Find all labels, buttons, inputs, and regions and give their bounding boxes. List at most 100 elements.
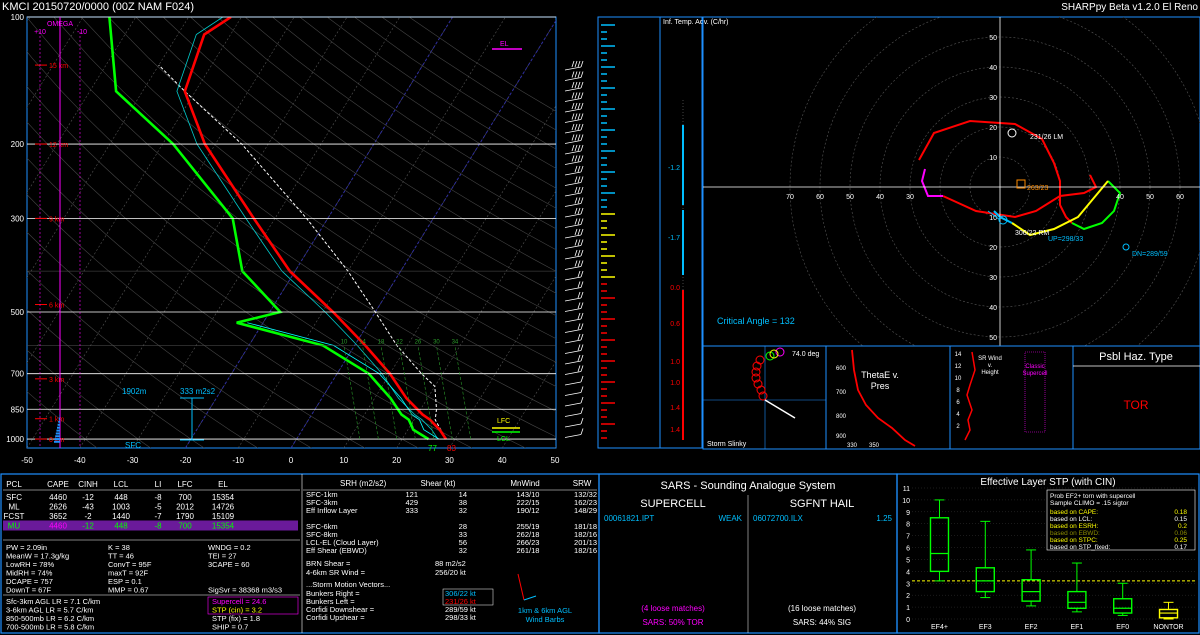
station-title: KMCI 20150720/0000 (00Z NAM F024) xyxy=(2,1,194,13)
wind-barb-flag xyxy=(571,113,575,120)
kin-header: MnWind xyxy=(510,479,539,488)
parcel-cell: -12 xyxy=(82,522,94,531)
brn-value: 88 m2/s2 xyxy=(435,559,466,568)
motion-value: 298/33 kt xyxy=(445,613,477,622)
parcel-header: EL xyxy=(218,480,228,489)
stp-y-tick: 10 xyxy=(902,498,910,505)
hodo-range-label: 50 xyxy=(989,35,997,42)
srwind-h-tick: 6 xyxy=(956,400,960,406)
height-label: 9 km xyxy=(49,216,64,223)
sharppy-main-canvas: KMCI 20150720/0000 (00Z NAM F024) SHARPp… xyxy=(0,0,1200,635)
hodo-trace-low xyxy=(920,168,943,197)
bottom-panels: PCL CAPE CINH LCL LI LFC ELSFC 4460 -12 448 -8 700 1… xyxy=(0,473,1200,635)
pressure-tick: 200 xyxy=(11,140,25,149)
wind-barb-flag xyxy=(577,81,581,89)
stp-category: EF2 xyxy=(1025,624,1038,631)
stp-legend-title-1: Prob EF2+ torn with supercell xyxy=(1050,493,1136,500)
sfc-dewpoint-label: 77 xyxy=(428,444,437,453)
skewt-plot[interactable]: 1002003005007008501000-50 -40 -30 -20 -10 0 10… xyxy=(0,13,1200,465)
wind-barb-flag xyxy=(577,344,581,351)
wind-barb xyxy=(564,318,582,323)
wind-barb-flag xyxy=(580,396,584,404)
slinky-angle: 74.0 deg xyxy=(792,351,819,358)
wind-barb-flag xyxy=(574,113,578,120)
tadv-value: 1.0 xyxy=(670,359,680,366)
wind-barb-flag xyxy=(577,312,581,320)
stp-legend-label: based on STPC: xyxy=(1050,537,1098,544)
wind-barb-flag xyxy=(577,218,581,225)
wind-barb-flag xyxy=(571,155,575,162)
temp-tick: -30 xyxy=(127,456,139,465)
srwind-h-tick: 4 xyxy=(956,412,960,418)
tadv-value: -1.7 xyxy=(668,235,680,242)
wind-barb-flag xyxy=(580,428,584,435)
hodo-x-label: 50 xyxy=(1146,194,1154,201)
wind-barbs xyxy=(564,60,584,438)
wind-barb xyxy=(564,329,582,333)
hodo-range-label: 40 xyxy=(989,65,997,72)
isotherm xyxy=(554,445,556,448)
wind-barb-flag xyxy=(580,239,584,246)
mixing-ratio-label: 10 xyxy=(341,339,348,345)
mixing-ratio-label: 14 xyxy=(359,339,366,345)
parcel-header: LCL xyxy=(114,480,129,489)
wind-barb-flag xyxy=(571,102,575,110)
hodo-trace-0-3km xyxy=(942,174,1098,219)
hodo-range-label: 10 xyxy=(989,155,997,162)
wind-barb-flag xyxy=(571,123,575,131)
stp-y-tick: 2 xyxy=(906,593,910,600)
motion-label: Corfidi Upshear = xyxy=(306,613,365,622)
pressure-tick: 1000 xyxy=(6,435,24,444)
wind-barb xyxy=(564,266,582,270)
wind-barb xyxy=(564,108,582,113)
wind-barb xyxy=(564,171,582,176)
hodograph[interactable]: 1010202030304040505070605040304050607023… xyxy=(702,0,1200,397)
wind-barb-flag xyxy=(577,291,581,299)
wind-barb xyxy=(564,150,582,155)
wind-barb-flag xyxy=(574,176,578,183)
wind-barb-flag xyxy=(577,365,581,372)
kin-header: SRH (m2/s2) xyxy=(340,479,387,488)
tadv-title: Inf. Temp. Adv. (C/hr) xyxy=(663,19,729,26)
parcel-cell: MU xyxy=(8,522,21,531)
sr-wind-label: 4-6km SR Wind = xyxy=(306,568,366,577)
parcel-header: CAPE xyxy=(47,480,69,489)
kin-label: Eff Shear (EBWD) xyxy=(306,546,367,555)
hazard-title: Psbl Haz. Type xyxy=(1099,351,1173,363)
wind-barb-flag xyxy=(577,302,581,309)
wind-barb-flag xyxy=(574,71,578,78)
critical-angle-label: Critical Angle = 132 xyxy=(717,316,795,326)
hodo-x-label: 40 xyxy=(1116,194,1124,201)
mixing-ratio-label: 18 xyxy=(378,339,385,345)
wind-barb-flag xyxy=(580,60,584,68)
mean-wind-label: 263/23 xyxy=(1027,185,1049,192)
parcel-header: CINH xyxy=(78,480,98,489)
wind-barb-flag xyxy=(580,197,584,204)
wind-barb xyxy=(564,161,582,165)
parcel-cell: 14726 xyxy=(212,503,235,512)
kin-label: Eff Inflow Layer xyxy=(306,506,358,515)
wind-barb xyxy=(564,98,582,102)
wind-barb-flag xyxy=(571,81,575,89)
parcel-cell: FCST xyxy=(4,512,25,521)
wind-barb-flag xyxy=(580,333,584,341)
tadv-value: 0.6 xyxy=(670,321,680,328)
thetae-p-tick: 700 xyxy=(836,390,847,396)
height-label: 12 km xyxy=(49,142,68,149)
wind-barb-flag xyxy=(580,386,584,393)
wind-barb-flag xyxy=(574,239,578,246)
wind-barb xyxy=(564,413,582,417)
thetae-title-2: Pres xyxy=(871,381,890,391)
pressure-tick: 300 xyxy=(11,214,25,223)
isotherm xyxy=(27,17,31,23)
wind-barb-flag xyxy=(574,155,578,162)
sars-supercell-match: 00061821.IPT xyxy=(604,514,654,523)
pressure-tick: 100 xyxy=(11,13,25,22)
hodo-range-label: 40 xyxy=(989,305,997,312)
lcl-label: LCL xyxy=(497,436,510,443)
wind-barb-flag xyxy=(577,186,581,194)
wind-barb-flag xyxy=(580,176,584,183)
pressure-tick: 700 xyxy=(11,370,25,379)
wind-barb-flag xyxy=(580,123,584,131)
sars-hail-pct: SARS: 44% SIG xyxy=(793,618,851,627)
